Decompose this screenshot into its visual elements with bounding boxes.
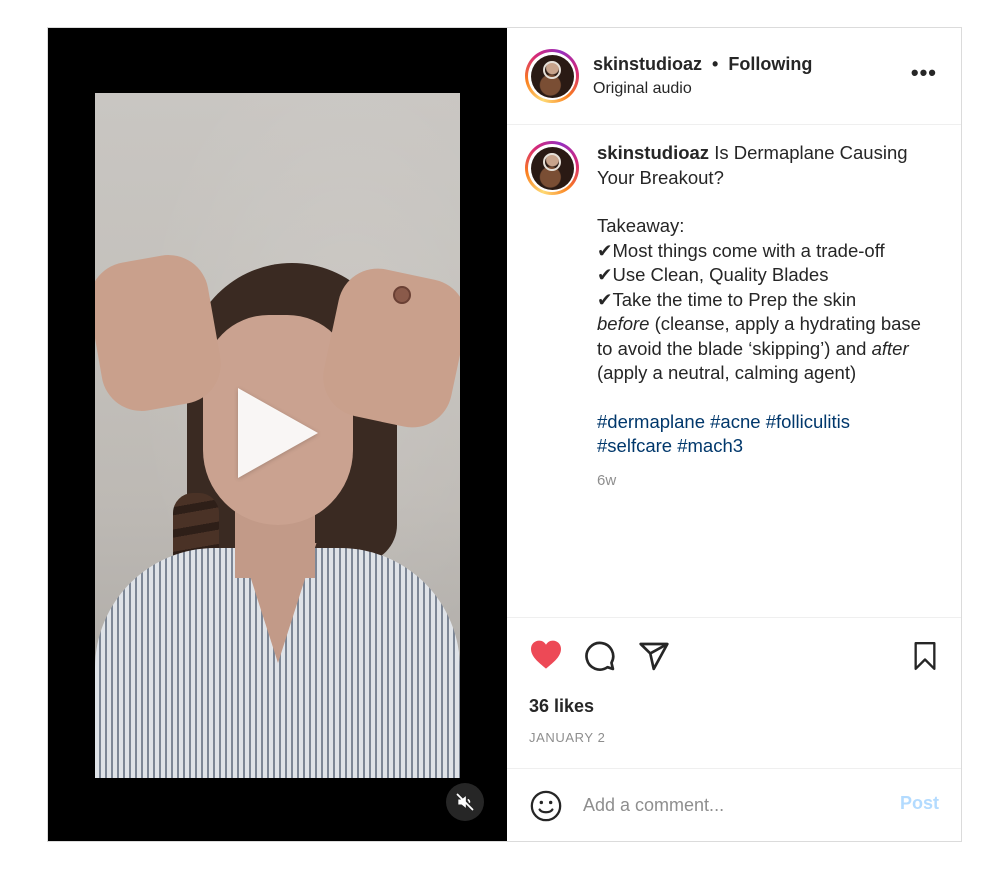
caption-avatar-ring[interactable] bbox=[525, 141, 579, 195]
separator-dot: • bbox=[712, 54, 719, 74]
takeaway-item: ✔Most things come with a trade-off bbox=[597, 239, 885, 261]
heart-icon[interactable] bbox=[529, 640, 563, 675]
bookmark-icon[interactable] bbox=[911, 640, 939, 677]
mute-button[interactable] bbox=[446, 783, 484, 821]
smiley-icon[interactable] bbox=[529, 789, 563, 828]
takeaway-heading: Takeaway: bbox=[597, 215, 685, 236]
comment-bar: Post bbox=[507, 769, 961, 841]
paper-plane-icon[interactable] bbox=[638, 640, 670, 677]
takeaway-item: ✔Use Clean, Quality Blades bbox=[597, 264, 829, 285]
takeaway-item: ✔Take the time to Prep the skin bbox=[597, 288, 857, 310]
video-player[interactable] bbox=[48, 28, 507, 841]
caption-section: skinstudioaz Is Dermaplane Causing Your … bbox=[507, 125, 961, 618]
more-options-icon[interactable]: ••• bbox=[911, 62, 937, 84]
before-word: before bbox=[597, 313, 650, 334]
likes-count[interactable]: 36 likes bbox=[529, 696, 594, 717]
hashtag-link[interactable]: #acne bbox=[710, 411, 760, 432]
post-comment-button[interactable]: Post bbox=[900, 793, 939, 814]
hashtags: #dermaplane #acne #folliculitis #selfcar… bbox=[597, 410, 927, 459]
hashtag-link[interactable]: #dermaplane bbox=[597, 411, 705, 432]
avatar bbox=[530, 54, 574, 98]
comment-input[interactable] bbox=[583, 789, 883, 821]
comment-icon[interactable] bbox=[584, 640, 616, 677]
hashtag-link[interactable]: #folliculitis bbox=[766, 411, 850, 432]
audio-link[interactable]: Original audio bbox=[593, 80, 812, 98]
muted-speaker-icon bbox=[456, 793, 474, 811]
author-username[interactable]: skinstudioaz bbox=[593, 54, 702, 75]
action-bar: 36 likes JANUARY 2 bbox=[507, 618, 961, 769]
post-header: skinstudioaz • Following Original audio … bbox=[507, 28, 961, 125]
post-card: skinstudioaz • Following Original audio … bbox=[47, 27, 962, 842]
caption-username[interactable]: skinstudioaz bbox=[597, 142, 709, 163]
post-panel: skinstudioaz • Following Original audio … bbox=[507, 28, 961, 841]
post-date: JANUARY 2 bbox=[529, 730, 606, 745]
caption-text: skinstudioaz Is Dermaplane Causing Your … bbox=[597, 141, 927, 617]
play-icon[interactable] bbox=[238, 388, 318, 478]
hashtag-link[interactable]: #selfcare bbox=[597, 435, 672, 456]
video-person-ring bbox=[393, 286, 411, 304]
caption-avatar bbox=[530, 146, 574, 190]
after-word: after bbox=[871, 337, 909, 359]
following-button[interactable]: Following bbox=[728, 54, 812, 75]
post-age[interactable]: 6w bbox=[597, 469, 927, 494]
prep-text: before (cleanse, apply a hydrating base … bbox=[597, 313, 921, 383]
hashtag-link[interactable]: #mach3 bbox=[677, 435, 743, 456]
avatar-story-ring[interactable] bbox=[525, 49, 579, 103]
